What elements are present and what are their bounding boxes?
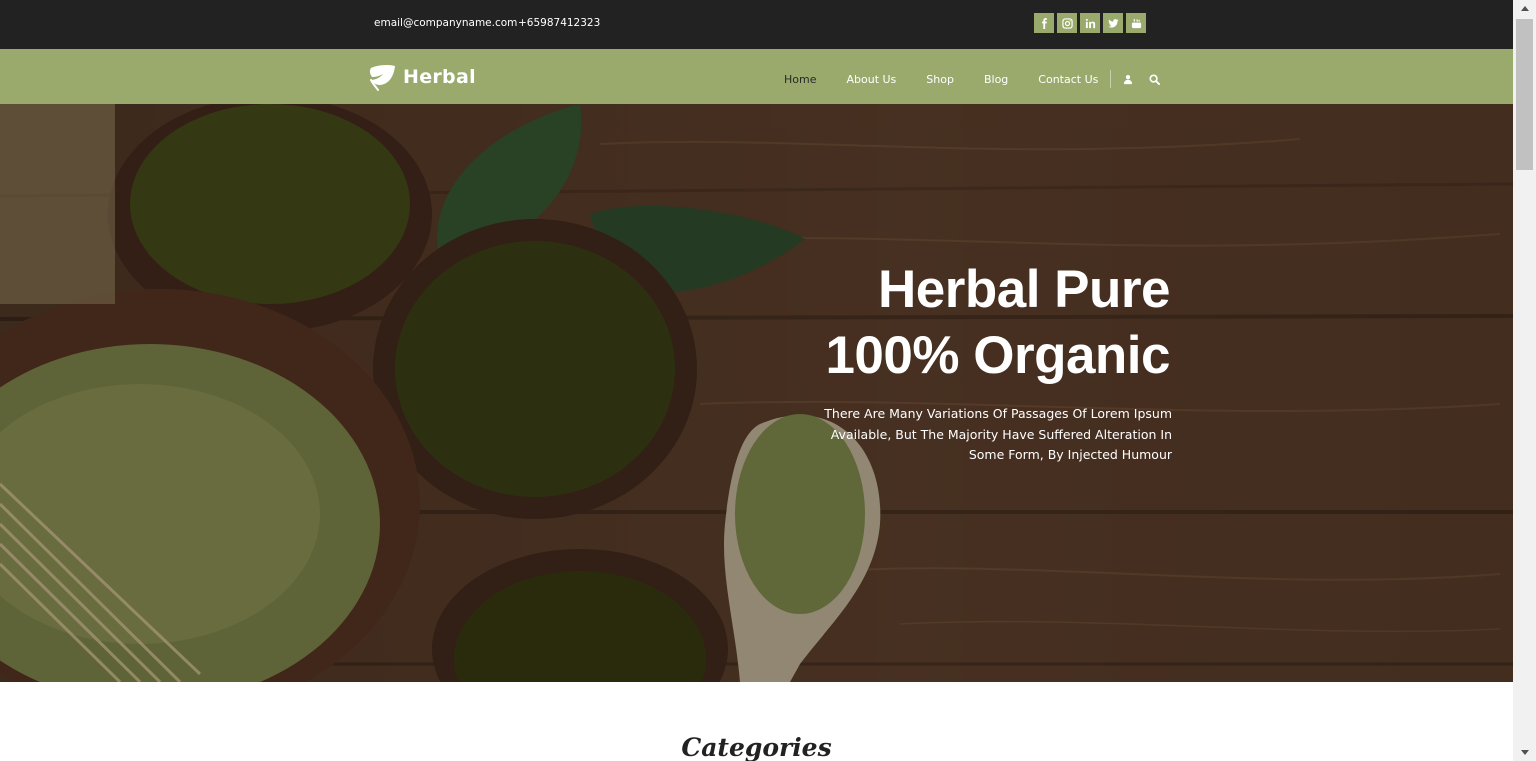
youtube-icon[interactable] <box>1126 13 1146 33</box>
contact-phone[interactable]: +65987412323 <box>518 17 600 29</box>
brand-logo[interactable]: Herbal <box>367 62 476 92</box>
hero-subtitle: There Are Many Variations Of Passages Of… <box>752 404 1172 466</box>
main-navbar: Herbal Home About Us Shop Blog Contact U… <box>0 49 1513 104</box>
hero-subtitle-line-2: Available, But The Majority Have Suffere… <box>830 426 1172 442</box>
nav-item-about-us[interactable]: About Us <box>846 73 896 86</box>
search-icon[interactable] <box>1149 73 1161 85</box>
scrollbar-thumb[interactable] <box>1516 19 1533 170</box>
hero-title: Herbal Pure 100% Organic <box>825 257 1170 389</box>
twitter-icon[interactable] <box>1103 13 1123 33</box>
facebook-icon[interactable] <box>1034 13 1054 33</box>
user-icon[interactable] <box>1123 73 1135 85</box>
top-bar: email@companyname.com +65987412323 <box>0 0 1513 49</box>
hero-title-line-1: Herbal Pure <box>877 260 1171 319</box>
social-links <box>1034 13 1146 33</box>
scroll-down-arrow-icon[interactable] <box>1513 744 1536 761</box>
nav-menu: Home About Us Shop Blog Contact Us <box>784 70 1175 88</box>
nav-item-contact-us[interactable]: Contact Us <box>1038 73 1098 86</box>
hero-title-line-2: 100% Organic <box>825 326 1170 385</box>
hero-subtitle-line-3: Some Form, By Injected Humour <box>968 447 1172 462</box>
nav-divider <box>1110 70 1112 88</box>
scroll-up-arrow-icon[interactable] <box>1513 0 1536 17</box>
instagram-icon[interactable] <box>1057 13 1077 33</box>
page-scrollbar[interactable] <box>1513 0 1536 761</box>
leaf-logo-icon <box>369 64 395 91</box>
hero-banner: Herbal Pure 100% Organic There Are Many … <box>0 104 1513 682</box>
hero-subtitle-line-1: There Are Many Variations Of Passages Of… <box>824 406 1172 421</box>
nav-item-blog[interactable]: Blog <box>984 73 1008 86</box>
contact-email[interactable]: email@companyname.com <box>374 17 517 29</box>
hero-background-image <box>0 104 1513 682</box>
brand-name: Herbal <box>403 66 476 88</box>
linkedin-icon[interactable] <box>1080 13 1100 33</box>
nav-item-shop[interactable]: Shop <box>926 73 954 86</box>
nav-item-home[interactable]: Home <box>784 73 816 86</box>
categories-heading: Categories <box>681 733 832 761</box>
